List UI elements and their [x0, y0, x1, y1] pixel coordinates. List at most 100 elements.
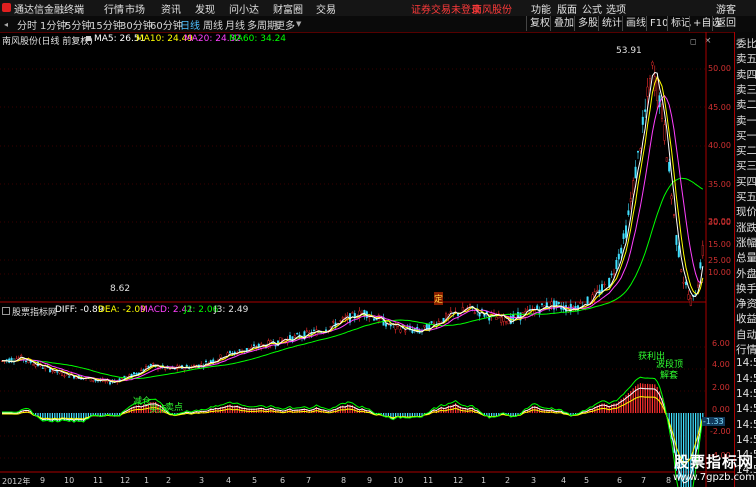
- candle-body: [677, 245, 680, 258]
- price-tick: 35.00: [708, 180, 731, 189]
- candle-body: [75, 376, 78, 379]
- btn-diejia[interactable]: 叠加: [550, 16, 577, 31]
- candle-body: [495, 316, 498, 320]
- price-tick: 45.00: [708, 103, 731, 112]
- quote-panel-label: 买二: [736, 145, 756, 158]
- candle-body: [469, 303, 472, 308]
- date-tick: 8: [666, 476, 672, 485]
- menu-hangqing[interactable]: 行情: [104, 1, 124, 16]
- period-fenshi[interactable]: 分时: [17, 17, 37, 32]
- menu-caifuquan[interactable]: 财富圈: [273, 1, 303, 16]
- chevron-down-icon[interactable]: ▼: [296, 20, 301, 28]
- period-15min[interactable]: 15分钟: [90, 17, 123, 32]
- candle-body: [25, 360, 28, 363]
- btn-fuquan[interactable]: 复权: [526, 16, 553, 31]
- candle-body: [293, 335, 296, 338]
- candle-body: [637, 150, 640, 153]
- candle-body: [423, 325, 426, 328]
- candle-body: [646, 86, 649, 97]
- ma20-line: [2, 94, 704, 382]
- date-tick: 6: [617, 476, 623, 485]
- menu-youke[interactable]: 游客: [716, 1, 736, 16]
- date-tick: 12: [120, 476, 131, 485]
- candle-body: [233, 351, 236, 354]
- diff-value: DIFF: -0.89: [55, 305, 104, 315]
- j3-value: J3: 2.49: [214, 305, 249, 315]
- menu-gongneng[interactable]: 功能: [531, 1, 551, 16]
- quote-panel-label: 14:50: [736, 418, 756, 431]
- candle-body: [332, 321, 335, 323]
- btn-tongji[interactable]: 统计: [598, 16, 625, 31]
- period-multi[interactable]: 多周期: [247, 17, 277, 32]
- date-tick: 4: [561, 476, 567, 485]
- candle-body: [63, 375, 66, 377]
- kline-chart[interactable]: [0, 32, 734, 487]
- indicator-tick: 4.00: [712, 360, 730, 369]
- quote-panel-label: 14:50: [736, 357, 756, 370]
- candle-body: [132, 372, 135, 375]
- quote-panel-label: 净资: [736, 298, 756, 311]
- period-more[interactable]: 更多: [275, 17, 295, 32]
- menu-faxian[interactable]: 发现: [195, 1, 215, 16]
- period-monthly[interactable]: 月线: [225, 17, 245, 32]
- candlesticks: [1, 60, 704, 386]
- candle-body: [209, 360, 212, 363]
- watermark-name: 股票指标网: [673, 453, 754, 471]
- candle-body: [461, 307, 464, 312]
- ma5-line: [2, 71, 704, 383]
- btn-duogu[interactable]: 多股: [574, 16, 601, 31]
- quote-panel-label: 涨跌: [736, 221, 756, 234]
- macd-histogram: [13, 383, 704, 487]
- menu-banmian[interactable]: 版面: [557, 1, 577, 16]
- candle-body: [675, 235, 678, 245]
- quote-panel-label: 买四: [736, 175, 756, 188]
- quote-panel-label: 涨幅: [736, 236, 756, 249]
- candle-body: [603, 283, 606, 286]
- candle-body: [500, 317, 503, 323]
- btn-fanhui[interactable]: 返回: [712, 16, 739, 31]
- period-daily[interactable]: 日线: [180, 17, 200, 32]
- menu-gongshi[interactable]: 公式: [582, 1, 602, 16]
- quote-panel-label: 委比: [736, 38, 756, 50]
- btn-huaxian[interactable]: 画线: [622, 16, 649, 31]
- period-60min[interactable]: 60分钟: [150, 17, 183, 32]
- candle-body: [183, 368, 186, 371]
- candle-body: [305, 330, 308, 333]
- candle-body: [94, 380, 97, 382]
- candle-body: [385, 323, 388, 327]
- candle-body: [373, 318, 376, 321]
- date-tick: 3: [531, 476, 537, 485]
- chart-grid: [0, 32, 734, 487]
- candle-body: [687, 294, 690, 300]
- menu-zixun[interactable]: 资讯: [161, 1, 181, 16]
- candle-body: [701, 245, 704, 256]
- expand-icon[interactable]: [2, 307, 10, 315]
- date-tick: 1: [481, 476, 487, 485]
- high-price-label: 53.91: [616, 46, 642, 56]
- candle-body: [135, 373, 138, 375]
- menu-jiaoyi[interactable]: 交易: [316, 1, 336, 16]
- period-weekly[interactable]: 周线: [203, 17, 223, 32]
- ding-marker: 定: [434, 292, 444, 305]
- candle-body: [351, 312, 354, 314]
- candle-body: [697, 284, 700, 288]
- expand-icon[interactable]: ◂: [4, 20, 8, 29]
- current-diff-marker: -1.33: [702, 417, 725, 426]
- candle-body: [617, 253, 620, 260]
- quote-panel-label: 收益: [736, 313, 756, 326]
- candle-body: [329, 325, 332, 328]
- indicator-title[interactable]: 股票指标网: [12, 305, 57, 318]
- date-tick: 7: [641, 476, 647, 485]
- period-5min[interactable]: 5分钟: [65, 17, 91, 32]
- period-1min[interactable]: 1分钟: [40, 17, 66, 32]
- menu-xuanxiang[interactable]: 选项: [606, 1, 626, 16]
- login-notice[interactable]: 证券交易未登录: [411, 1, 481, 16]
- menu-wenxiaoda[interactable]: 问小达: [229, 1, 259, 16]
- candle-body: [248, 348, 251, 350]
- date-tick: 10: [393, 476, 404, 485]
- period-30min[interactable]: 30分钟: [120, 17, 153, 32]
- menu-shichang[interactable]: 市场: [125, 1, 145, 16]
- candle-body: [238, 349, 241, 351]
- candle-body: [313, 329, 316, 331]
- candle-body: [639, 148, 642, 152]
